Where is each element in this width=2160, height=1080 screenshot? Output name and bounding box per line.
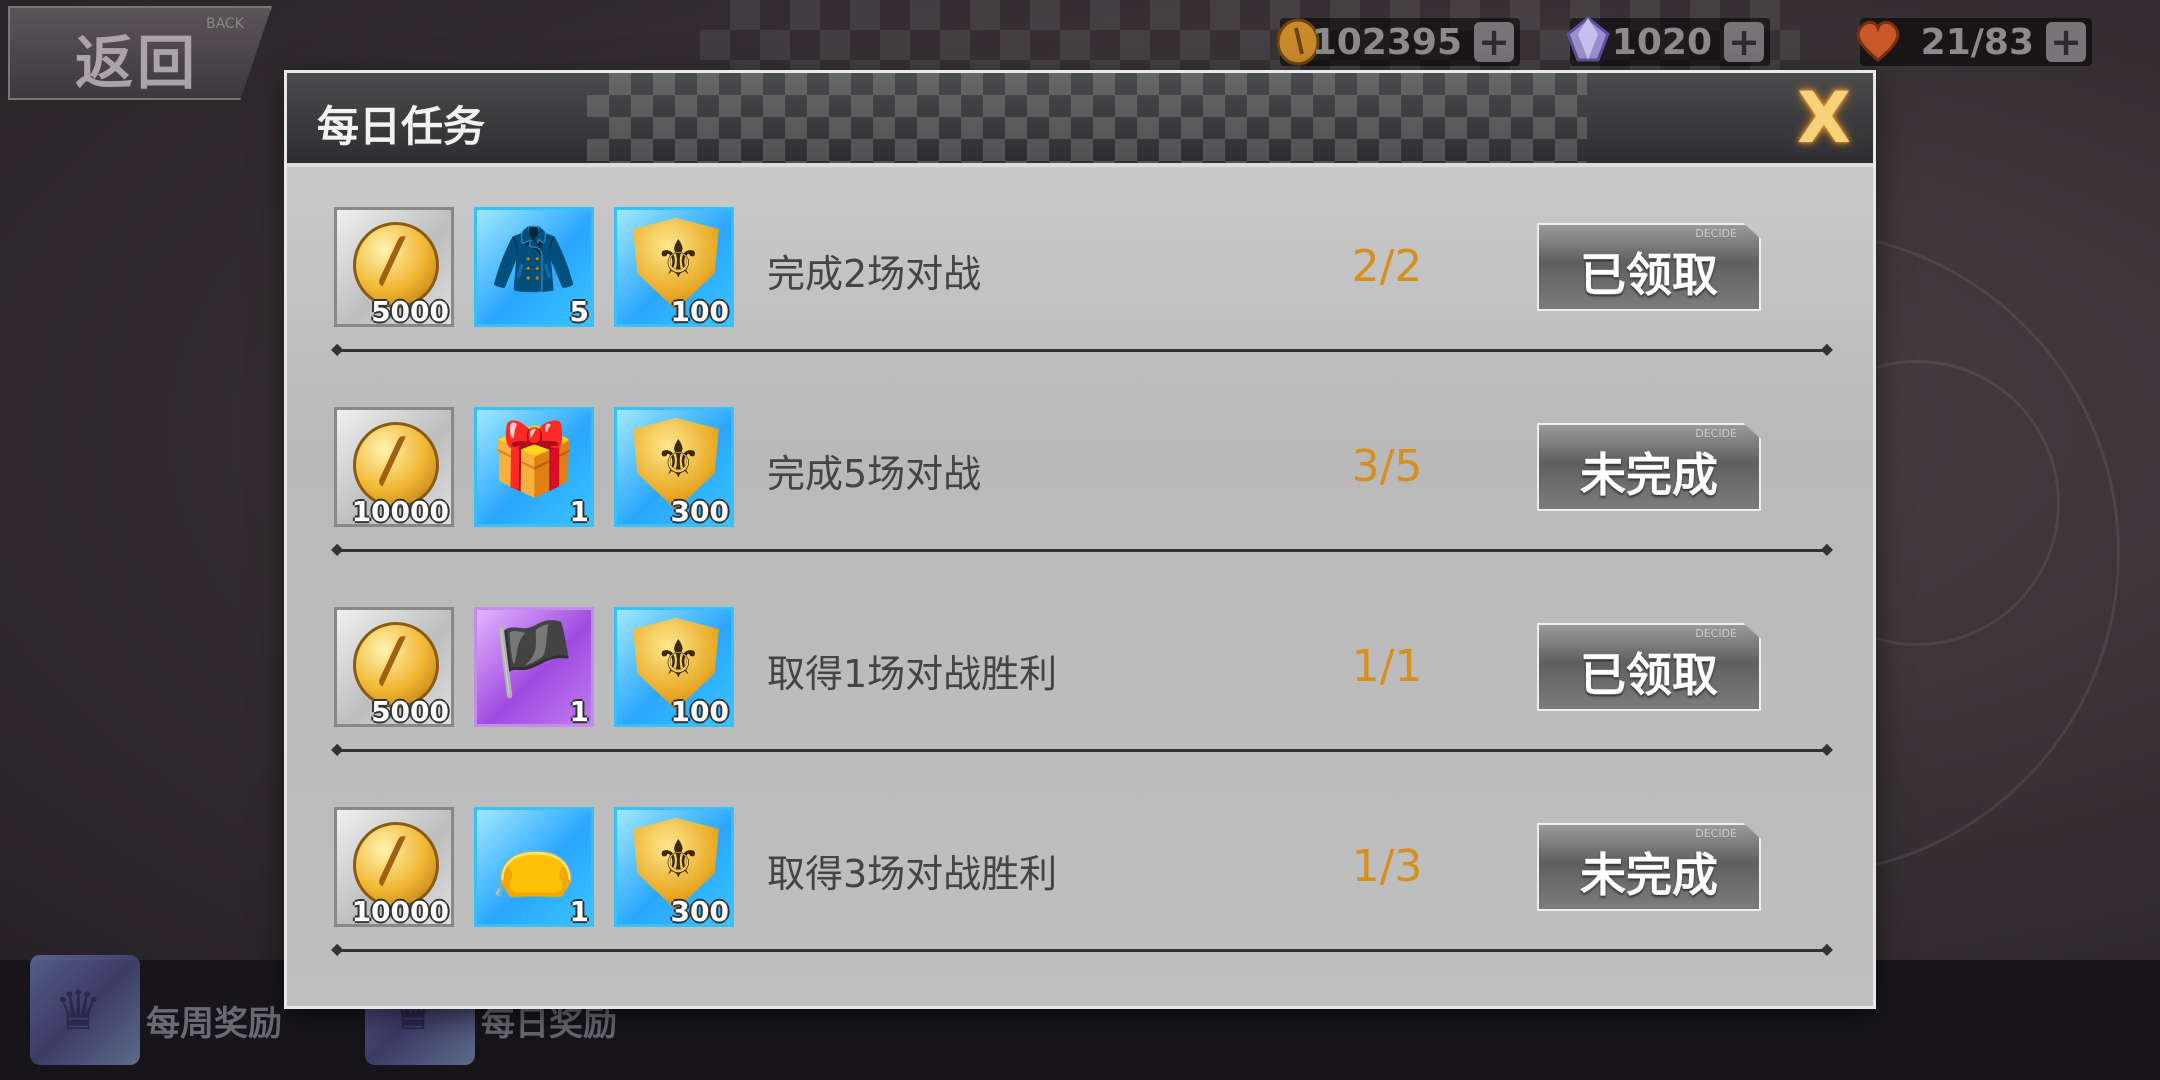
gem-value: 1020 <box>1611 22 1712 63</box>
heart-icon <box>1856 20 1900 62</box>
flag-ticket-icon: 🏴 <box>490 618 578 700</box>
gem-icon <box>1566 16 1610 62</box>
task-claimed-button[interactable]: DECIDE 已领取 <box>1537 623 1761 711</box>
header-pattern <box>587 73 1587 163</box>
reward-slot[interactable]: 10000 <box>334 407 454 528</box>
reward-slot[interactable]: ⚜ 300 <box>614 807 734 928</box>
reward-slot[interactable]: 🧥 5 <box>474 207 594 328</box>
task-row: 5000 🧥 5 ⚜ 100 完成2场对战 2/2 DECIDE 已领取 <box>287 207 1873 407</box>
add-heart-button[interactable]: + <box>2046 22 2086 62</box>
reward-qty: 100 <box>670 295 729 328</box>
reward-qty: 10000 <box>351 495 449 528</box>
reward-qty: 1 <box>569 695 589 728</box>
task-progress: 1/1 <box>1351 641 1423 692</box>
leather-material-icon: 🧥 <box>490 218 578 300</box>
back-button[interactable]: 返回 BACK <box>8 6 272 100</box>
reward-qty: 1 <box>569 895 589 928</box>
reward-qty: 5 <box>569 295 589 328</box>
gold-value: 102395 <box>1311 22 1462 63</box>
reward-qty: 10000 <box>351 895 449 928</box>
modal-title: 每日任务 <box>317 102 486 151</box>
currency-heart: 21/83 + <box>1856 18 2092 66</box>
reward-slot[interactable]: 👝 1 <box>474 807 594 928</box>
task-row: 10000 👝 1 ⚜ 300 取得3场对战胜利 1/3 DECIDE 未完成 <box>287 807 1873 1007</box>
daily-tasks-modal: 每日任务 X 5000 🧥 5 ⚜ 100 完成2场对战 2/2 DECIDE … <box>287 73 1873 1006</box>
task-row: 5000 🏴 1 ⚜ 100 取得1场对战胜利 1/1 DECIDE 已领取 <box>287 607 1873 807</box>
reward-slot[interactable]: 🎁 1 <box>474 407 594 528</box>
task-description: 完成2场对战 <box>767 252 982 296</box>
task-progress: 1/3 <box>1351 841 1423 892</box>
task-description: 取得1场对战胜利 <box>767 652 1058 696</box>
task-claimed-button[interactable]: DECIDE 已领取 <box>1537 223 1761 311</box>
row-divider <box>331 939 1833 958</box>
task-incomplete-button[interactable]: DECIDE 未完成 <box>1537 823 1761 911</box>
currency-gem: 1020 + <box>1566 16 1770 66</box>
gift-box-icon: 🎁 <box>490 418 578 500</box>
task-description: 完成5场对战 <box>767 452 982 496</box>
task-button-label: 已领取 <box>1580 248 1718 302</box>
add-gold-button[interactable]: + <box>1474 22 1514 62</box>
close-button[interactable]: X <box>1789 83 1859 153</box>
add-gem-button[interactable]: + <box>1724 22 1764 62</box>
task-progress: 3/5 <box>1351 441 1423 492</box>
task-progress: 2/2 <box>1351 241 1423 292</box>
task-incomplete-button[interactable]: DECIDE 未完成 <box>1537 423 1761 511</box>
task-description: 取得3场对战胜利 <box>767 852 1058 896</box>
back-button-sub: BACK <box>206 16 244 32</box>
reward-slot[interactable]: 5000 <box>334 207 454 328</box>
task-button-label: 未完成 <box>1580 848 1718 902</box>
devil-bag-icon: 👝 <box>490 818 578 900</box>
reward-qty: 5000 <box>371 695 449 728</box>
modal-header: 每日任务 X <box>287 73 1873 167</box>
reward-qty: 5000 <box>371 295 449 328</box>
tab-weekly-reward[interactable]: 每周奖励 <box>30 950 282 1070</box>
back-button-label: 返回 <box>75 29 200 97</box>
row-divider <box>331 739 1833 758</box>
reward-slot[interactable]: 10000 <box>334 807 454 928</box>
reward-slot[interactable]: 5000 <box>334 607 454 728</box>
task-row: 10000 🎁 1 ⚜ 300 完成5场对战 3/5 DECIDE 未完成 <box>287 407 1873 607</box>
row-divider <box>331 339 1833 358</box>
tab-weekly-reward-label: 每周奖励 <box>146 1003 282 1044</box>
reward-slot[interactable]: 🏴 1 <box>474 607 594 728</box>
reward-qty: 100 <box>670 695 729 728</box>
reward-qty: 300 <box>670 895 729 928</box>
heart-value: 21/83 <box>1920 22 2034 63</box>
reward-slot[interactable]: ⚜ 300 <box>614 407 734 528</box>
crown-cube-icon <box>30 955 140 1065</box>
row-divider <box>331 539 1833 558</box>
task-button-label: 已领取 <box>1580 648 1718 702</box>
task-button-label: 未完成 <box>1580 448 1718 502</box>
reward-slot[interactable]: ⚜ 100 <box>614 207 734 328</box>
reward-qty: 1 <box>569 495 589 528</box>
currency-gold: 102395 + <box>1276 18 1520 66</box>
reward-slot[interactable]: ⚜ 100 <box>614 607 734 728</box>
reward-qty: 300 <box>670 495 729 528</box>
